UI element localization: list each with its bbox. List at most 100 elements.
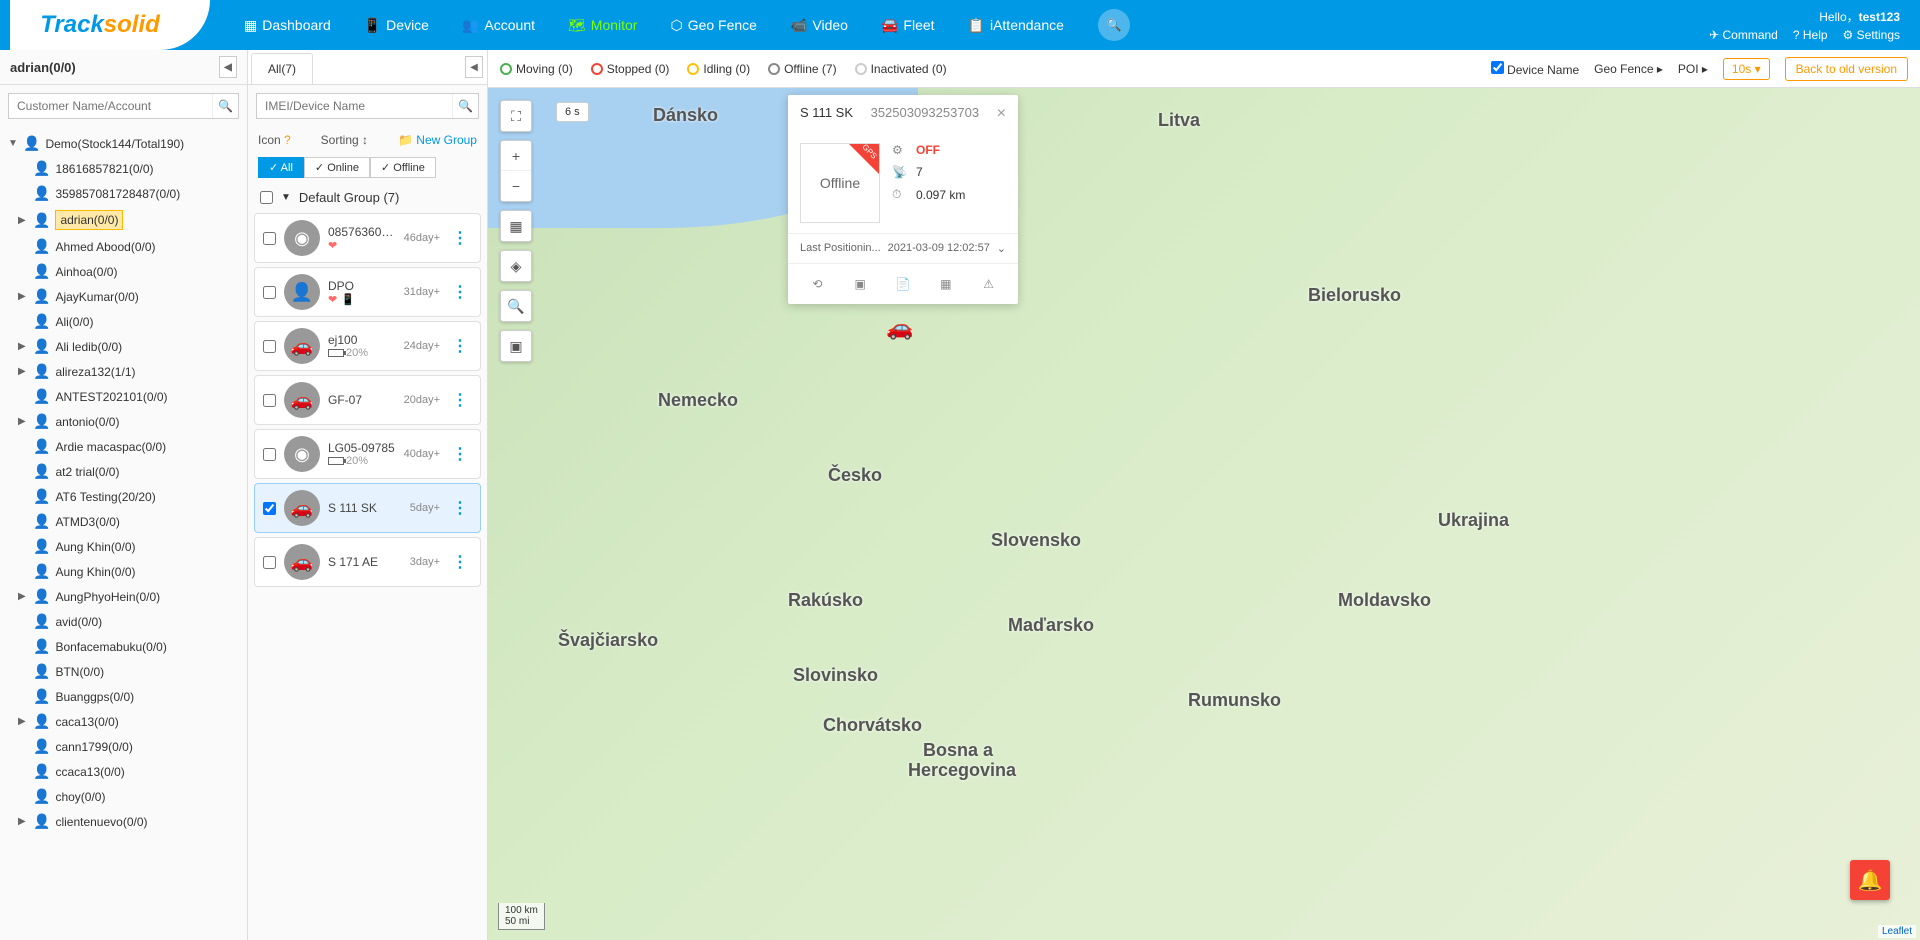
tree-item[interactable]: 👤359857081728487(0/0) xyxy=(0,181,247,206)
nav-fleet[interactable]: 🚘Fleet xyxy=(867,9,949,42)
layers-icon[interactable]: ◈ xyxy=(501,251,531,281)
refresh-select[interactable]: 10s ▾ xyxy=(1723,58,1770,80)
report-icon[interactable]: 📄 xyxy=(891,272,915,296)
zoom-out-icon[interactable]: − xyxy=(501,171,531,201)
device-card[interactable]: 🚗S 111 SK5day+⋮ xyxy=(254,483,481,533)
customer-search-input[interactable] xyxy=(9,94,212,118)
status-moving[interactable]: Moving (0) xyxy=(500,62,573,76)
tree-item[interactable]: ▶👤adrian(0/0) xyxy=(0,206,247,234)
tree-item[interactable]: 👤Aung Khin(0/0) xyxy=(0,559,247,584)
tree-item[interactable]: 👤Bonfacemabuku(0/0) xyxy=(0,634,247,659)
tree-item[interactable]: 👤ATMD3(0/0) xyxy=(0,509,247,534)
map[interactable]: DánskoLitvaNemeckoČeskoSlovenskoRakúskoM… xyxy=(488,50,1920,940)
device-checkbox[interactable] xyxy=(263,394,276,407)
tree-item[interactable]: 👤AT6 Testing(20/20) xyxy=(0,484,247,509)
device-card[interactable]: 🚗ej10020%24day+⋮ xyxy=(254,321,481,371)
device-checkbox[interactable] xyxy=(263,340,276,353)
warning-icon[interactable]: ⚠ xyxy=(977,272,1001,296)
tree-item[interactable]: 👤Ardie macaspac(0/0) xyxy=(0,434,247,459)
tree-item[interactable]: 👤Ainhoa(0/0) xyxy=(0,259,247,284)
nav-device[interactable]: 📱Device xyxy=(350,9,443,42)
tree-item[interactable]: ▶👤Ali ledib(0/0) xyxy=(0,334,247,359)
settings-link[interactable]: ⚙ Settings xyxy=(1843,28,1900,42)
device-card[interactable]: 🚗S 171 AE3day+⋮ xyxy=(254,537,481,587)
zoom-in-icon[interactable]: + xyxy=(501,141,531,171)
tree-item[interactable]: ▶👤clientenuevo(0/0) xyxy=(0,809,247,834)
tree-item[interactable]: ▶👤AungPhyoHein(0/0) xyxy=(0,584,247,609)
fullscreen-icon[interactable]: ⛶ xyxy=(501,101,531,131)
group-row[interactable]: ▼ Default Group (7) xyxy=(248,182,487,213)
poi-dropdown[interactable]: POI ▸ xyxy=(1678,62,1708,76)
device-checkbox[interactable] xyxy=(263,232,276,245)
search-map-icon[interactable]: 🔍 xyxy=(501,291,531,321)
sorting-label[interactable]: Sorting ↕ xyxy=(321,133,368,147)
tree-item[interactable]: 👤avid(0/0) xyxy=(0,609,247,634)
device-name-toggle[interactable]: Device Name xyxy=(1491,61,1579,77)
device-search-input[interactable] xyxy=(257,94,452,118)
tree-item[interactable]: ▶👤AjayKumar(0/0) xyxy=(0,284,247,309)
device-card[interactable]: ◉085763605200❤46day+⋮ xyxy=(254,213,481,263)
tool2-icon[interactable]: ▣ xyxy=(501,331,531,361)
device-menu-icon[interactable]: ⋮ xyxy=(448,552,472,572)
status-stopped[interactable]: Stopped (0) xyxy=(591,62,670,76)
device-menu-icon[interactable]: ⋮ xyxy=(448,444,472,464)
device-checkbox[interactable] xyxy=(263,556,276,569)
nav-geofence[interactable]: ⬡Geo Fence xyxy=(656,9,771,42)
tree-item[interactable]: ▶👤caca13(0/0) xyxy=(0,709,247,734)
tree-item[interactable]: 👤Buanggps(0/0) xyxy=(0,684,247,709)
tree-item[interactable]: 👤cann1799(0/0) xyxy=(0,734,247,759)
alert-button[interactable]: 🔔 xyxy=(1850,860,1890,900)
tree-item[interactable]: 👤Ahmed Abood(0/0) xyxy=(0,234,247,259)
search-icon[interactable]: 🔍 xyxy=(452,94,478,118)
tab-all[interactable]: All(7) xyxy=(251,53,313,84)
map-attribution[interactable]: Leaflet xyxy=(1878,925,1916,938)
tree-item[interactable]: 👤ccaca13(0/0) xyxy=(0,759,247,784)
tree-item[interactable]: 👤Ali(0/0) xyxy=(0,309,247,334)
filter-offline-button[interactable]: ✓ Offline xyxy=(370,157,436,178)
terminal-icon[interactable]: ▣ xyxy=(848,272,872,296)
close-icon[interactable]: × xyxy=(997,105,1006,123)
tree-item[interactable]: 👤BTN(0/0) xyxy=(0,659,247,684)
popup-lastpos[interactable]: Last Positionin... 2021-03-09 12:02:57 ⌄ xyxy=(788,233,1018,263)
nav-monitor[interactable]: 🗺Monitor xyxy=(554,9,651,42)
command-link[interactable]: ✈ Command xyxy=(1709,28,1778,42)
device-checkbox[interactable] xyxy=(263,502,276,515)
fence-icon[interactable]: ▦ xyxy=(934,272,958,296)
status-inactive[interactable]: Inactivated (0) xyxy=(855,62,947,76)
filter-all-button[interactable]: ✓ All xyxy=(258,157,304,178)
tree-item[interactable]: ▶👤antonio(0/0) xyxy=(0,409,247,434)
device-menu-icon[interactable]: ⋮ xyxy=(448,228,472,248)
device-checkbox[interactable] xyxy=(263,286,276,299)
device-card[interactable]: 🚗GF-0720day+⋮ xyxy=(254,375,481,425)
help-link[interactable]: ? Help xyxy=(1793,28,1828,42)
filter-online-button[interactable]: ✓ Online xyxy=(304,157,370,178)
route-icon[interactable]: ⟲ xyxy=(805,272,829,296)
status-idling[interactable]: Idling (0) xyxy=(687,62,750,76)
device-menu-icon[interactable]: ⋮ xyxy=(448,282,472,302)
nav-video[interactable]: 📹Video xyxy=(776,9,862,42)
search-icon[interactable]: 🔍 xyxy=(1098,9,1130,41)
tree-item[interactable]: 👤ANTEST202101(0/0) xyxy=(0,384,247,409)
logo[interactable]: Tracksolid xyxy=(10,0,210,50)
back-old-button[interactable]: Back to old version xyxy=(1785,57,1908,81)
device-card[interactable]: ◉LG05-0978520%40day+⋮ xyxy=(254,429,481,479)
collapse-mid-icon[interactable]: ◀ xyxy=(465,56,483,78)
tool1-icon[interactable]: ▦ xyxy=(501,211,531,241)
tree-item[interactable]: 👤choy(0/0) xyxy=(0,784,247,809)
new-group-link[interactable]: 📁 New Group xyxy=(398,133,477,147)
tree-item[interactable]: ▼👤Demo(Stock144/Total190) xyxy=(0,131,247,156)
nav-dashboard[interactable]: ▦Dashboard xyxy=(230,9,345,42)
tree-item[interactable]: 👤at2 trial(0/0) xyxy=(0,459,247,484)
device-menu-icon[interactable]: ⋮ xyxy=(448,390,472,410)
device-menu-icon[interactable]: ⋮ xyxy=(448,336,472,356)
tree-item[interactable]: ▶👤alireza132(1/1) xyxy=(0,359,247,384)
device-card[interactable]: 👤DPO❤📱31day+⋮ xyxy=(254,267,481,317)
group-checkbox[interactable] xyxy=(260,191,273,204)
nav-iattendance[interactable]: 📋iAttendance xyxy=(954,9,1078,42)
collapse-left-icon[interactable]: ◀ xyxy=(219,56,237,78)
tree-item[interactable]: 👤18616857821(0/0) xyxy=(0,156,247,181)
geofence-dropdown[interactable]: Geo Fence ▸ xyxy=(1594,62,1663,76)
tree-item[interactable]: 👤Aung Khin(0/0) xyxy=(0,534,247,559)
status-offline[interactable]: Offline (7) xyxy=(768,62,836,76)
vehicle-marker[interactable]: 🚗 xyxy=(886,315,913,341)
